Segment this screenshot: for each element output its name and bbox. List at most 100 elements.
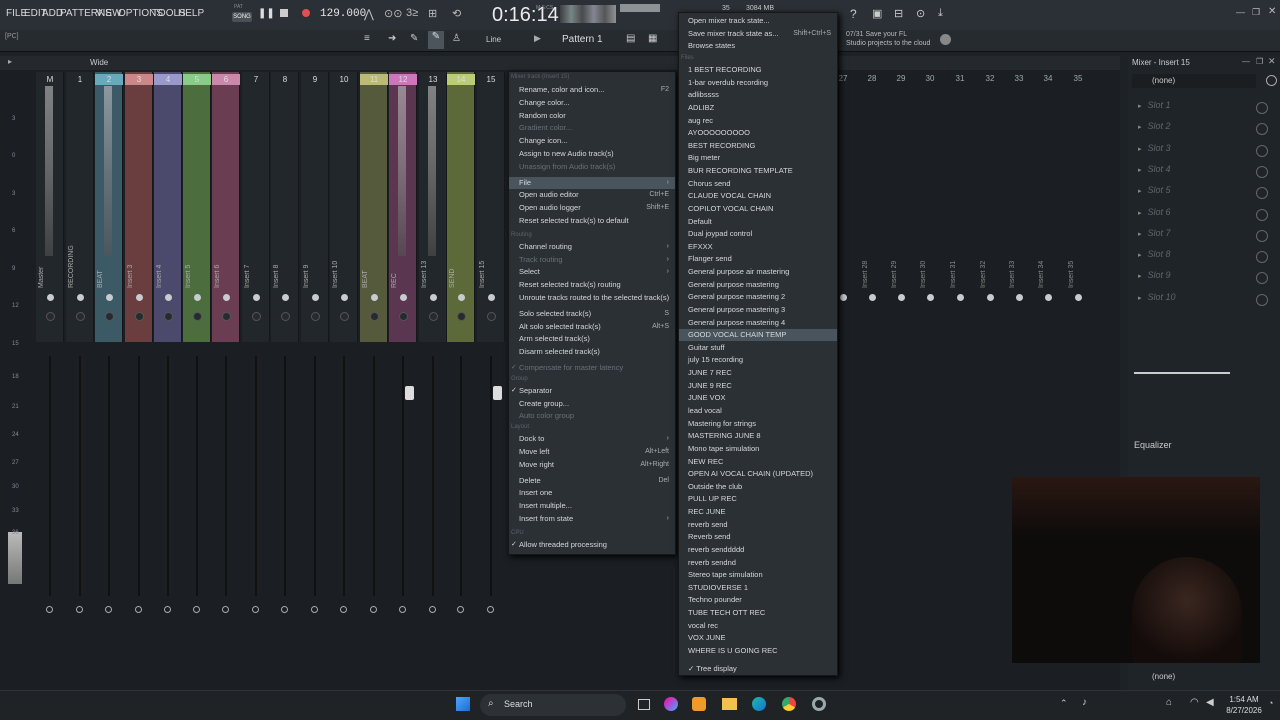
preset-item[interactable]: Stereo tape simulation: [679, 569, 837, 581]
track-led-icon[interactable]: [106, 294, 113, 301]
track-led-icon[interactable]: [282, 294, 289, 301]
mixer-strip[interactable]: [330, 72, 358, 342]
preset-menu-top-item[interactable]: Save mixer track state as... Shift+Ctrl+S: [679, 28, 837, 40]
fader-handle[interactable]: [493, 386, 502, 400]
track-led-icon[interactable]: [400, 294, 407, 301]
bottom-output-select[interactable]: (none): [1132, 670, 1256, 684]
preset-item[interactable]: PULL UP REC: [679, 493, 837, 505]
volume-fader[interactable]: [225, 356, 227, 596]
slot-mix-knob[interactable]: [1256, 165, 1268, 178]
fx-send-knob[interactable]: [429, 606, 436, 613]
fl-studio-taskbar-icon[interactable]: [692, 697, 706, 711]
brush-tool-icon[interactable]: ✎: [428, 31, 444, 49]
preset-item[interactable]: aug rec: [679, 115, 837, 127]
menu-item-create-group[interactable]: Create group...: [509, 398, 675, 410]
track-led-icon[interactable]: [1075, 294, 1082, 301]
preset-item[interactable]: BUR RECORDING TEMPLATE: [679, 165, 837, 177]
volume-fader[interactable]: [255, 356, 257, 596]
preset-item[interactable]: july 15 recording: [679, 354, 837, 366]
pan-knob[interactable]: [135, 312, 144, 321]
track-name-label[interactable]: Insert 4: [156, 265, 163, 288]
slot-mix-knob[interactable]: [1256, 208, 1268, 221]
fx-send-knob[interactable]: [340, 606, 347, 613]
track-name-label[interactable]: Insert 8: [273, 265, 280, 288]
channel-rack-icon[interactable]: ▦: [648, 33, 657, 44]
slot-mix-knob[interactable]: [1256, 293, 1268, 306]
preset-item[interactable]: General purpose mastering 2: [679, 291, 837, 303]
track-name-label[interactable]: Insert 3: [127, 265, 134, 288]
track-name-label[interactable]: Insert 32: [980, 261, 987, 288]
preset-item[interactable]: Techno pounder: [679, 594, 837, 606]
pan-knob[interactable]: [340, 312, 349, 321]
fx-send-knob[interactable]: [135, 606, 142, 613]
menu-item-reset-selected-track-s-routing[interactable]: Reset selected track(s) routing: [509, 279, 675, 291]
preset-menu-top-item[interactable]: Open mixer track state...: [679, 15, 837, 27]
preset-item[interactable]: General purpose mastering 3: [679, 304, 837, 316]
track-name-label[interactable]: Insert 30: [920, 261, 927, 288]
track-name-label[interactable]: SEND: [449, 269, 456, 288]
fx-send-knob[interactable]: [252, 606, 259, 613]
restore-window-icon[interactable]: ❐: [1252, 7, 1260, 18]
preset-item[interactable]: JUNE VOX: [679, 392, 837, 404]
record-button[interactable]: [302, 9, 310, 17]
plugin-icon[interactable]: ⊟: [894, 7, 903, 20]
download-icon[interactable]: ⤓: [938, 7, 943, 20]
loop-record-icon[interactable]: ⟲: [452, 7, 461, 20]
stop-button[interactable]: [280, 9, 288, 17]
fx-send-knob[interactable]: [76, 606, 83, 613]
track-name-label[interactable]: REC: [391, 273, 398, 288]
track-led-icon[interactable]: [1045, 294, 1052, 301]
track-name-label[interactable]: Insert 29: [891, 261, 898, 288]
preset-item[interactable]: EFXXX: [679, 241, 837, 253]
panel-restore-icon[interactable]: ❐: [1256, 57, 1263, 66]
pattern-arrow-icon[interactable]: ▶: [534, 33, 541, 44]
panel-minimize-icon[interactable]: —: [1242, 57, 1250, 66]
preset-item[interactable]: STUDIOVERSE 1: [679, 582, 837, 594]
chrome-icon[interactable]: [782, 697, 796, 711]
preset-item[interactable]: JUNE 7 REC: [679, 367, 837, 379]
menu-item-arm-selected-track-s[interactable]: Arm selected track(s): [509, 333, 675, 345]
volume-fader[interactable]: [138, 356, 140, 596]
fx-send-knob[interactable]: [222, 606, 229, 613]
volume-fader[interactable]: [167, 356, 169, 596]
preset-item[interactable]: 1 BEST RECORDING: [679, 64, 837, 76]
preset-item[interactable]: COPILOT VOCAL CHAIN: [679, 203, 837, 215]
volume-fader[interactable]: [373, 356, 375, 596]
playlist-icon[interactable]: ▤: [626, 33, 635, 44]
mixer-slot[interactable]: ▸ Slot 10: [1138, 292, 1278, 310]
pan-knob[interactable]: [105, 312, 114, 321]
pan-knob[interactable]: [311, 312, 320, 321]
preset-item[interactable]: NEW REC: [679, 456, 837, 468]
wide-label[interactable]: Wide: [90, 58, 108, 67]
menu-item-allow-threaded-processing[interactable]: ✓ Allow threaded processing: [509, 539, 675, 551]
mixer-slot[interactable]: ▸ Slot 4: [1138, 164, 1278, 182]
minimize-window-icon[interactable]: —: [1236, 7, 1245, 17]
mixer-strip[interactable]: [154, 72, 182, 342]
pan-knob[interactable]: [193, 312, 202, 321]
preset-item[interactable]: reverb senddddd: [679, 544, 837, 556]
slot-mix-knob[interactable]: [1256, 123, 1268, 136]
fx-send-knob[interactable]: [457, 606, 464, 613]
search-box[interactable]: ⌕ Search: [480, 694, 626, 716]
save-icon[interactable]: ▣: [872, 7, 882, 20]
menu-item-change-color[interactable]: Change color...: [509, 97, 675, 109]
pan-knob[interactable]: [281, 312, 290, 321]
preset-item[interactable]: reverb send: [679, 519, 837, 531]
pan-knob[interactable]: [487, 312, 496, 321]
preset-item[interactable]: Dual joypad control: [679, 228, 837, 240]
track-led-icon[interactable]: [136, 294, 143, 301]
network-icon[interactable]: ⌂: [1166, 697, 1172, 708]
tree-display-toggle[interactable]: ✓ Tree display: [679, 663, 837, 675]
preset-item[interactable]: CLAUDE VOCAL CHAIN: [679, 190, 837, 202]
pan-knob[interactable]: [46, 312, 55, 321]
track-name-label[interactable]: Insert 28: [862, 261, 869, 288]
preset-menu-top-item[interactable]: Browse states: [679, 40, 837, 52]
preset-item[interactable]: Outside the club: [679, 481, 837, 493]
preset-item[interactable]: Flanger send: [679, 253, 837, 265]
stamp-tool-icon[interactable]: ♙: [452, 33, 461, 44]
menu-item-select[interactable]: Select ›: [509, 266, 675, 278]
volume-fader[interactable]: [79, 356, 81, 596]
mixer-icon[interactable]: ⊙: [916, 7, 925, 20]
mixer-strip[interactable]: [271, 72, 299, 342]
help-icon[interactable]: ?: [850, 7, 857, 21]
